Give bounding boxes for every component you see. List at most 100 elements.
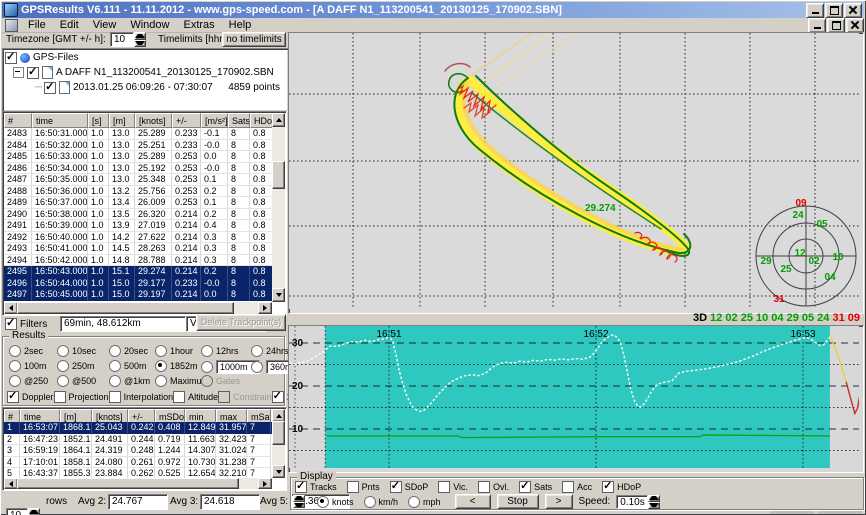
table-row[interactable]: 249416:50:42.0001.014.828.7880.2140.380.… [4, 255, 272, 267]
mdi-minimize-button[interactable] [808, 18, 826, 33]
trackpoint-table-hscrollbar[interactable] [4, 302, 272, 314]
checkbox[interactable] [295, 481, 307, 493]
checkbox-option-hdop[interactable]: HDoP [602, 481, 641, 493]
table-row[interactable]: 248716:50:35.0001.013.025.3480.2530.180.… [4, 174, 272, 186]
checkbox[interactable] [109, 391, 121, 403]
scroll-left-icon[interactable] [4, 302, 18, 314]
table-row[interactable]: 316:59:191864.124.3190.2481.24414.30731.… [4, 445, 272, 457]
timelimits-button[interactable]: no timelimits [222, 32, 286, 47]
menu-item-help[interactable]: Help [222, 19, 259, 32]
radio[interactable] [364, 496, 376, 508]
timezone-down-icon[interactable] [134, 40, 146, 48]
tree-item-file[interactable]: A DAFF N1_113200541_20130125_170902.SBN [5, 65, 286, 80]
checkbox-option-doppler[interactable]: Doppler [7, 391, 54, 403]
filters-checkbox[interactable] [5, 318, 17, 330]
spin-down-icon[interactable] [648, 502, 660, 509]
table-row[interactable]: 249216:50:40.0001.014.227.6220.2140.380.… [4, 232, 272, 244]
file-checkbox[interactable] [27, 67, 39, 79]
column-header[interactable]: # [4, 113, 32, 128]
filter-info-field[interactable]: 69min, 48.612km [60, 316, 186, 332]
result-option[interactable]: @1km [109, 375, 150, 387]
checkbox-option-vic[interactable]: Vic. [438, 481, 468, 493]
checkbox-option-acc[interactable]: Acc [562, 481, 592, 493]
hscroll-thumb[interactable] [17, 478, 239, 489]
checkbox-option-tracks[interactable]: Tracks [295, 481, 337, 493]
checkbox-option-altitude[interactable]: Altitude [173, 391, 218, 403]
menu-item-view[interactable]: View [86, 19, 124, 32]
checkbox-option-constrain[interactable]: Constrain [218, 391, 272, 403]
table-row[interactable]: 249116:50:39.0001.013.927.0190.2140.480.… [4, 220, 272, 232]
result-option[interactable]: 24hrs [251, 345, 289, 357]
tree-item-session[interactable]: ─ 2013.01.25 06:09:26 - 07:30:07 4859 po… [5, 80, 286, 95]
radio-1852m[interactable] [155, 360, 167, 372]
step-back-button[interactable]: < [455, 494, 491, 509]
column-header[interactable]: [m] [109, 113, 135, 128]
spin-up-icon[interactable] [648, 495, 660, 502]
vscroll-thumb[interactable] [272, 421, 285, 445]
radio-@1km[interactable] [109, 375, 121, 387]
radio-1000m[interactable] [201, 361, 213, 373]
spin-down-icon[interactable] [293, 502, 305, 509]
menu-item-edit[interactable]: Edit [53, 19, 86, 32]
results-table-vscrollbar[interactable] [272, 409, 285, 478]
mdi-close-button[interactable] [846, 18, 864, 33]
timezone-up-icon[interactable] [134, 32, 146, 40]
radio-@500[interactable] [57, 375, 69, 387]
table-row[interactable]: 249716:50:45.0001.015.029.1970.2140.080.… [4, 289, 272, 301]
track-map-panel[interactable]: 29.27409240512021029250431 [288, 32, 864, 314]
checkbox[interactable] [519, 481, 531, 493]
checkbox[interactable] [390, 481, 402, 493]
speed-chart-panel[interactable]: 16:5116:5216:53302010 [288, 325, 864, 473]
checkbox-option-projection[interactable]: Projection [54, 391, 109, 403]
result-option[interactable]: 100m [9, 360, 47, 372]
radio-Maximum[interactable] [155, 375, 167, 387]
table-row[interactable]: 248516:50:33.0001.013.025.2890.2530.080.… [4, 151, 272, 163]
delete-trackpoints-button[interactable]: Delete Trackpoint(s) [196, 314, 286, 331]
results-table-hscrollbar[interactable] [4, 478, 272, 489]
vscroll-thumb[interactable] [272, 161, 285, 189]
checkbox[interactable] [562, 481, 574, 493]
table-row[interactable]: 249516:50:43.0001.015.129.2740.2140.280.… [4, 266, 272, 278]
checkbox-option-ovl[interactable]: Ovl. [478, 481, 509, 493]
radio[interactable] [408, 496, 420, 508]
table-row[interactable]: 248916:50:37.0001.013.426.0090.2530.180.… [4, 197, 272, 209]
radio-360min[interactable] [251, 361, 263, 373]
scroll-down-icon[interactable] [272, 288, 285, 302]
scroll-left-icon[interactable] [4, 478, 18, 489]
radio-2sec[interactable] [9, 345, 21, 357]
table-row[interactable]: 249016:50:38.0001.013.526.3200.2140.280.… [4, 209, 272, 221]
scroll-right-icon[interactable] [258, 478, 272, 489]
checkbox[interactable] [54, 391, 66, 403]
minimize-button[interactable] [806, 3, 824, 18]
collapse-icon[interactable] [13, 67, 24, 78]
result-option[interactable]: 2sec [9, 345, 43, 357]
column-header[interactable]: [knots] [135, 113, 172, 128]
result-option[interactable]: 12hrs [201, 345, 239, 357]
unit-option-mph[interactable]: mph [408, 496, 441, 508]
column-header[interactable]: +/- [172, 113, 201, 128]
tree-item-root[interactable]: GPS-Files [5, 50, 286, 65]
session-checkbox[interactable] [44, 82, 56, 94]
checkbox-option-sats[interactable]: Sats [519, 481, 552, 493]
checkbox-option-sdop[interactable]: SDoP [390, 481, 429, 493]
result-option[interactable]: 500m [109, 360, 147, 372]
radio-20sec[interactable] [109, 345, 121, 357]
checkbox[interactable] [218, 391, 230, 403]
table-row[interactable]: 216:47:231852.124.4910.2440.71911.66332.… [4, 434, 272, 446]
checkbox[interactable] [347, 481, 359, 493]
checkbox[interactable] [173, 391, 185, 403]
step-forward-button[interactable]: > [545, 494, 573, 509]
result-option[interactable]: Gates [201, 375, 240, 387]
track-index-spinner[interactable] [293, 495, 303, 508]
table-row[interactable]: 516:43:371855.323.8840.2620.52512.65432.… [4, 468, 272, 478]
checkbox-option-interpolation[interactable]: Interpolation [109, 391, 174, 403]
column-header[interactable]: [m/s²] [201, 113, 228, 128]
root-checkbox[interactable] [5, 52, 17, 64]
rows-spinner[interactable]: 10 [6, 508, 40, 515]
radio[interactable] [317, 496, 329, 508]
result-option[interactable]: 10sec [57, 345, 96, 357]
checkbox-option-pnts[interactable]: Pnts [347, 481, 380, 493]
result-option[interactable]: @500 [57, 375, 96, 387]
table-row[interactable]: 249316:50:41.0001.014.528.2630.2140.380.… [4, 243, 272, 255]
radio-12hrs[interactable] [201, 345, 213, 357]
